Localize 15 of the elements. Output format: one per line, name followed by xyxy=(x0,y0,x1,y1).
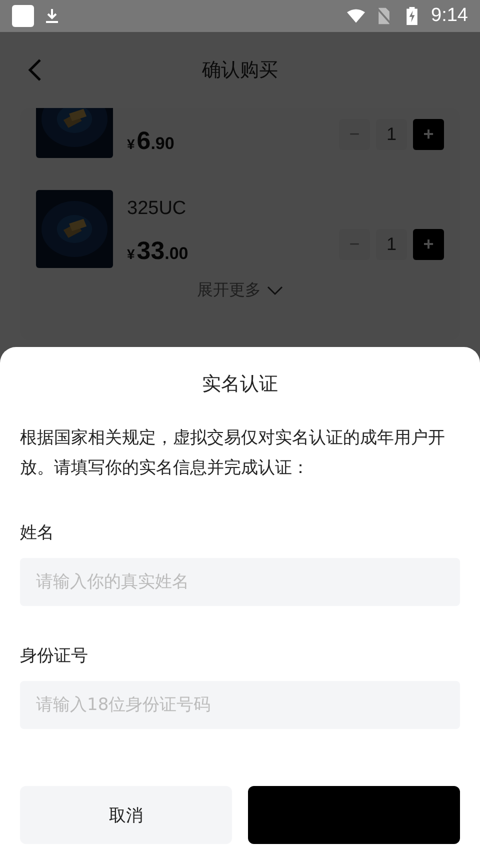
cancel-button[interactable]: 取消 xyxy=(20,786,232,844)
field-label: 姓名 xyxy=(20,522,55,544)
product-price: ¥33.00 xyxy=(127,237,188,266)
sheet-title: 实名认证 xyxy=(201,372,279,397)
input-field[interactable]: 请输入你的真实姓名 xyxy=(20,558,460,606)
clock: 9:14 xyxy=(431,5,468,27)
description: 根据国家相关规定，虚拟交易仅对实名认证的成年用户开放。请填写你的实名信息并完成认证： xyxy=(20,427,446,480)
download-icon xyxy=(44,7,60,25)
page-title: 确认购买 xyxy=(202,58,278,83)
input-field[interactable]: 请输入18位身份证号码 xyxy=(20,681,460,729)
notification-icon xyxy=(12,5,34,27)
wifi-icon xyxy=(347,7,366,25)
product-name: 325UC xyxy=(127,198,186,220)
product-price: ¥6.90 xyxy=(127,127,174,156)
field-label: 身份证号 xyxy=(20,645,89,667)
